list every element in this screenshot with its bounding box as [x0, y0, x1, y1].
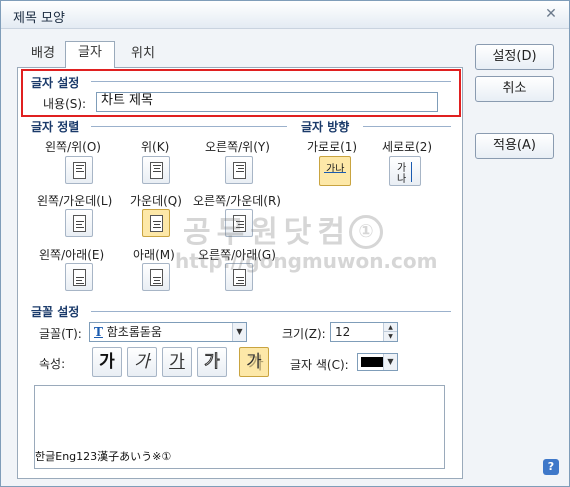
align-left-icon — [73, 162, 86, 179]
text-color-picker[interactable]: ▼ — [357, 353, 398, 371]
align-center-icon — [150, 162, 163, 179]
title-shape-dialog: 제목 모양 ✕ 배경 글자 위치 설정(D) 취소 적용(A) 글자 설정 내용… — [0, 0, 570, 487]
spin-down-icon[interactable]: ▼ — [383, 332, 397, 341]
section-divider — [91, 81, 451, 82]
vertical-text-icon-bottom: 나 — [397, 174, 407, 185]
align-middle-left-label: 왼쪽/가운데(L) — [37, 194, 113, 208]
font-value: 함초롬돋움 — [106, 325, 162, 339]
chevron-down-icon: ▼ — [232, 323, 246, 341]
vertical-direction-button[interactable]: 가 나 — [389, 156, 421, 186]
italic-button[interactable]: 가 — [127, 347, 157, 377]
section-divider — [363, 126, 451, 127]
attribute-label: 속성: — [39, 357, 66, 371]
tab-text[interactable]: 글자 — [65, 41, 115, 68]
spin-up-icon[interactable]: ▲ — [383, 323, 397, 332]
vertical-arrow-icon — [411, 162, 412, 182]
align-top-right-button[interactable] — [225, 156, 253, 184]
align-left-icon — [73, 269, 86, 286]
underline-button[interactable]: 가 — [162, 347, 192, 377]
content-label: 내용(S): — [43, 97, 87, 111]
dialog-title: 제목 모양 — [13, 11, 65, 26]
text-settings-title: 글자 설정 — [31, 76, 80, 90]
horizontal-direction-label: 가로로(1) — [307, 140, 358, 154]
align-middle-label: 가운데(Q) — [130, 194, 182, 208]
truetype-icon: T — [94, 325, 103, 339]
shadow-button[interactable]: 가 — [239, 347, 269, 377]
section-divider — [91, 126, 287, 127]
align-top-button[interactable] — [142, 156, 170, 184]
help-icon[interactable]: ? — [543, 459, 559, 475]
tab-background[interactable]: 배경 — [19, 43, 67, 67]
watermark-text: 공무원닷컴 — [183, 215, 351, 250]
align-bottom-label: 아래(M) — [133, 248, 175, 262]
align-top-left-button[interactable] — [65, 156, 93, 184]
font-select[interactable]: T 함초롬돋움 ▼ — [89, 322, 247, 342]
align-center-icon — [150, 215, 163, 232]
watermark-badge: ① — [349, 215, 383, 249]
vertical-direction-label: 세로로(2) — [382, 140, 433, 154]
alignment-title: 글자 정렬 — [31, 120, 80, 134]
close-icon[interactable]: ✕ — [543, 6, 559, 22]
align-left-icon — [73, 215, 86, 232]
size-label: 크기(Z): — [282, 327, 326, 341]
align-top-right-label: 오른쪽/위(Y) — [205, 140, 270, 154]
align-center-icon — [150, 269, 163, 286]
size-stepper[interactable]: 12 ▲ ▼ — [330, 322, 398, 342]
align-middle-button[interactable] — [142, 209, 170, 237]
align-top-left-label: 왼쪽/위(O) — [45, 140, 101, 154]
chevron-down-icon: ▼ — [383, 354, 397, 370]
align-top-label: 위(K) — [141, 140, 170, 154]
bold-button[interactable]: 가 — [92, 347, 122, 377]
align-bottom-left-label: 왼쪽/아래(E) — [39, 248, 105, 262]
watermark-url: http://gongmuwon.com — [175, 249, 438, 273]
title-bar: 제목 모양 ✕ — [1, 1, 569, 29]
content-input[interactable]: 차트 제목 — [96, 92, 438, 112]
outline-button[interactable]: 가 — [197, 347, 227, 377]
align-middle-left-button[interactable] — [65, 209, 93, 237]
tab-position[interactable]: 위치 — [119, 43, 167, 67]
align-bottom-left-button[interactable] — [65, 263, 93, 291]
color-swatch — [361, 357, 385, 367]
font-settings-title: 글꼴 설정 — [31, 305, 80, 319]
size-value: 12 — [335, 325, 351, 339]
text-color-label: 글자 색(C): — [290, 358, 349, 372]
section-divider — [91, 311, 451, 312]
horizontal-arrow-icon — [324, 172, 346, 173]
align-right-icon — [233, 162, 246, 179]
preview-area: 한글Eng123漢子あいう※① — [34, 385, 445, 469]
align-bottom-button[interactable] — [142, 263, 170, 291]
horizontal-direction-button[interactable]: 가나 — [319, 156, 351, 186]
apply-button[interactable]: 적용(A) — [475, 133, 554, 159]
cancel-button[interactable]: 취소 — [475, 76, 554, 102]
font-label: 글꼴(T): — [39, 327, 82, 341]
preview-text: 한글Eng123漢子あいう※① — [35, 450, 172, 463]
set-button[interactable]: 설정(D) — [475, 44, 554, 70]
direction-title: 글자 방향 — [301, 120, 350, 134]
